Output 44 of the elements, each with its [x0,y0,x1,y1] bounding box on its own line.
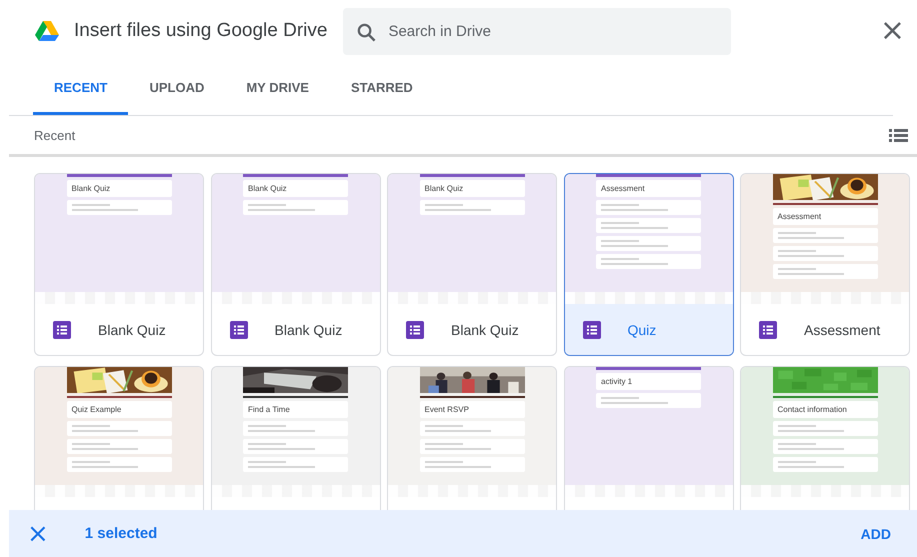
file-card[interactable]: Assessment Assessment [740,173,910,356]
file-card[interactable]: Assessment Quiz [564,173,734,356]
form-title: Assessment [778,212,822,221]
file-name: Blank Quiz [451,322,519,338]
form-title: Blank Quiz [248,184,288,193]
clear-selection-button[interactable]: × [27,520,49,546]
form-title: Assessment [601,184,646,193]
form-title: Quiz Example [72,405,122,414]
file-card[interactable]: Blank Quiz Blank Quiz [34,173,204,356]
close-button[interactable]: × [876,16,909,46]
file-name: Assessment [804,322,880,338]
search-icon [356,22,376,42]
file-card[interactable]: Quiz Example [34,366,204,510]
forms-icon [582,320,600,338]
search-field[interactable]: Search in Drive [343,8,732,54]
form-title: Blank Quiz [424,184,464,193]
list-view-icon[interactable] [889,128,908,142]
tab[interactable]: RECENT [33,62,128,115]
file-name: Quiz [628,322,656,338]
form-title: Event RSVP [424,405,470,414]
dialog-title: Insert files using Google Drive [74,20,328,42]
tab[interactable]: MY DRIVE [225,62,330,115]
tab[interactable]: STARRED [330,62,434,115]
file-card[interactable]: Contact information [740,366,910,510]
file-card[interactable]: Blank Quiz Blank Quiz [210,173,380,356]
add-button[interactable]: ADD [856,522,895,546]
forms-icon [759,320,777,338]
file-card[interactable]: Event RSVP [387,366,557,510]
form-title: Find a Time [248,405,291,414]
form-title: Blank Quiz [72,184,112,193]
forms-icon [53,320,71,338]
file-card[interactable]: activity 1 [564,366,734,510]
file-name: Blank Quiz [98,322,166,338]
form-title: Contact information [778,405,848,414]
file-card[interactable]: Blank Quiz Blank Quiz [387,173,557,356]
file-card[interactable]: Find a Time [210,366,380,510]
forms-icon [230,320,248,338]
file-name: Blank Quiz [274,322,342,338]
drive-logo-icon [34,19,60,43]
form-title: activity 1 [601,377,634,386]
forms-icon [406,320,424,338]
tab[interactable]: UPLOAD [128,62,226,115]
section-label: Recent [34,128,76,142]
selection-count: 1 selected [84,525,158,542]
